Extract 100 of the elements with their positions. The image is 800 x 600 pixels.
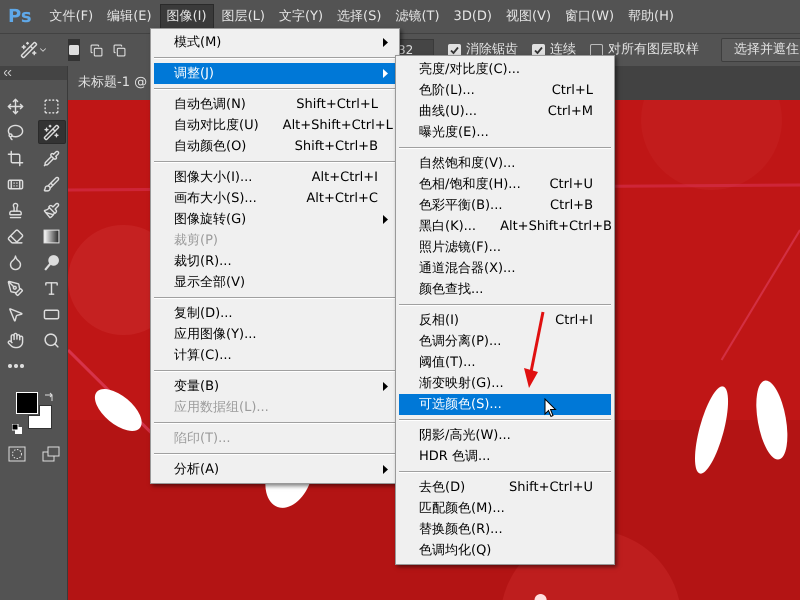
menu-item[interactable]: 图像大小(I)... Alt+Ctrl+I xyxy=(154,167,396,188)
menu-item[interactable]: 变量(B) xyxy=(154,376,396,397)
menu-bar-item[interactable]: 窗口(W) xyxy=(559,4,620,30)
tool-button[interactable] xyxy=(38,120,66,144)
brush-icon xyxy=(43,176,60,192)
menu-item[interactable]: 颜色查找... xyxy=(399,279,611,300)
menu-item[interactable]: 图像旋转(G) xyxy=(154,209,396,230)
checkbox-label: 对所有图层取样 xyxy=(608,41,699,60)
screen-mode-icon[interactable] xyxy=(42,446,60,462)
quick-mask-icon[interactable] xyxy=(8,446,26,462)
swap-colors-icon[interactable] xyxy=(44,392,54,402)
collapse-icon[interactable] xyxy=(4,70,12,76)
menu-bar-item[interactable]: 编辑(E) xyxy=(101,4,158,30)
shortcut: Shift+Ctrl+U xyxy=(509,478,593,497)
cursor-icon xyxy=(544,398,557,418)
menu-item[interactable]: 画布大小(S)... Alt+Ctrl+C xyxy=(154,188,396,209)
dodge-icon xyxy=(43,254,60,270)
submenu-arrow-icon xyxy=(383,38,388,47)
shortcut: Alt+Shift+Ctrl+L xyxy=(282,116,393,135)
shortcut: Ctrl+I xyxy=(555,312,593,330)
move-icon xyxy=(7,98,24,114)
menu-item[interactable]: 曲线(U)... Ctrl+M xyxy=(399,101,611,122)
menu-bar-item[interactable]: 文字(Y) xyxy=(272,4,330,30)
menu-item[interactable]: 黑白(K)... Alt+Shift+Ctrl+B xyxy=(399,216,611,237)
marquee-icon xyxy=(43,98,60,114)
menu-item[interactable]: 自动对比度(U) Alt+Shift+Ctrl+L xyxy=(154,115,396,136)
menu-item[interactable]: 自然饱和度(V)... xyxy=(399,153,611,174)
menu-bar-item[interactable]: 3D(D) xyxy=(448,4,498,30)
menu-bar-item[interactable]: 选择(S) xyxy=(331,4,388,30)
menu-bar-item[interactable]: 文件(F) xyxy=(44,4,100,30)
shortcut: Ctrl+B xyxy=(550,196,593,215)
menu-item[interactable]: 可选颜色(S)... xyxy=(399,394,611,415)
shortcut: Ctrl+M xyxy=(548,102,593,121)
menu-item[interactable]: 分析(A) xyxy=(154,459,396,480)
new-selection-icon xyxy=(68,44,80,56)
shortcut: Ctrl+L xyxy=(552,82,593,100)
drop-icon xyxy=(7,254,24,270)
pen-icon xyxy=(7,280,24,296)
shortcut: Alt+Ctrl+C xyxy=(306,190,378,208)
menu-bar-item[interactable]: 图像(I) xyxy=(160,4,214,30)
submenu-arrow-icon xyxy=(383,382,388,391)
foreground-color-swatch[interactable] xyxy=(16,392,38,414)
eraser-icon xyxy=(7,228,24,244)
menu-item[interactable]: 复制(D)... xyxy=(154,303,396,324)
menu-item[interactable]: 计算(C)... xyxy=(154,345,396,366)
menu-item[interactable]: 照片滤镜(F)... xyxy=(399,237,611,258)
checkbox[interactable] xyxy=(590,44,603,56)
menu-item[interactable]: 模式(M) xyxy=(154,32,396,53)
shortcut: Alt+Ctrl+I xyxy=(312,168,378,187)
background-color-swatch[interactable] xyxy=(28,405,52,429)
menu-bar-item[interactable]: 帮助(H) xyxy=(622,4,680,30)
history-brush-icon xyxy=(43,202,60,218)
menu-item[interactable]: 替换颜色(R)... xyxy=(399,519,611,540)
menu-item[interactable]: 亮度/对比度(C)... xyxy=(399,59,611,80)
zoom-icon xyxy=(43,332,60,348)
select-and-mask-button[interactable]: 选择并遮住 xyxy=(721,38,800,62)
eyedropper-icon xyxy=(43,150,60,166)
menu-item[interactable]: 裁切(R)... xyxy=(154,251,396,272)
menu-item[interactable]: 阴影/高光(W)... xyxy=(399,425,611,446)
crop-icon xyxy=(7,150,24,166)
type-icon xyxy=(43,280,60,296)
menu-item[interactable]: 色阶(L)... Ctrl+L xyxy=(399,80,611,101)
menu-item[interactable]: 渐变映射(G)... xyxy=(399,373,611,394)
menu-item[interactable]: HDR 色调... xyxy=(399,446,611,467)
menu-bar-item[interactable]: 滤镜(T) xyxy=(389,4,446,30)
lasso-icon xyxy=(7,124,24,140)
menu-item[interactable]: 自动颜色(O) Shift+Ctrl+B xyxy=(154,136,396,157)
magic-wand-icon xyxy=(43,124,60,140)
menu-item[interactable]: 通道混合器(X)... xyxy=(399,258,611,279)
menu-item[interactable]: 色调分离(P)... xyxy=(399,331,611,352)
checkbox-label: 连续 xyxy=(550,41,576,60)
menu-bar-item[interactable]: 视图(V) xyxy=(500,4,558,30)
pointer-icon xyxy=(7,306,24,322)
menu-item[interactable]: 色彩平衡(B)... Ctrl+B xyxy=(399,195,611,216)
menu-item[interactable]: 应用图像(Y)... xyxy=(154,324,396,345)
submenu-arrow-icon xyxy=(383,465,388,474)
checkbox-label: 消除锯齿 xyxy=(466,41,518,60)
menu-item[interactable]: 色调均化(Q) xyxy=(399,540,611,561)
menu-bar-item[interactable]: 图层(L) xyxy=(216,4,271,30)
magic-wand-icon[interactable] xyxy=(20,41,38,59)
checkbox[interactable] xyxy=(532,44,545,56)
menu-item[interactable]: 显示全部(V) xyxy=(154,272,396,293)
submenu-arrow-icon xyxy=(383,215,388,224)
menu-item[interactable]: 色相/饱和度(H)... Ctrl+U xyxy=(399,174,611,195)
shortcut: Shift+Ctrl+B xyxy=(294,138,378,156)
checkbox[interactable] xyxy=(448,44,461,56)
shortcut: Alt+Shift+Ctrl+B xyxy=(500,218,612,236)
selection-mode-button[interactable] xyxy=(68,39,80,61)
shortcut: Shift+Ctrl+L xyxy=(296,96,378,114)
menu-item[interactable]: 曝光度(E)... xyxy=(399,122,611,143)
menu-item[interactable]: 匹配颜色(M)... xyxy=(399,498,611,519)
menu-item[interactable]: 调整(J) xyxy=(154,63,396,84)
app-logo: Ps xyxy=(8,5,32,29)
more-icon xyxy=(8,364,24,368)
default-colors-icon[interactable] xyxy=(12,424,22,434)
add-selection-icon xyxy=(90,44,103,56)
subtract-selection-icon xyxy=(113,44,126,56)
menu-item[interactable]: 反相(I) Ctrl+I xyxy=(399,310,611,331)
menu-item[interactable]: 去色(D) Shift+Ctrl+U xyxy=(399,477,611,498)
menu-item[interactable]: 阈值(T)... xyxy=(399,352,611,373)
